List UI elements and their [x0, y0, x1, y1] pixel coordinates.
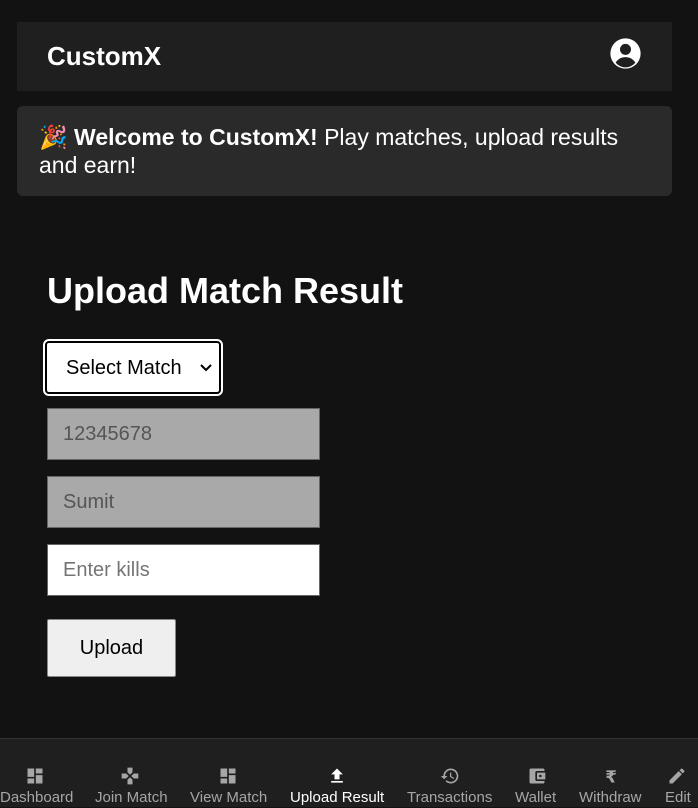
nav-label-withdraw: Withdraw — [579, 789, 642, 806]
nav-label-edit: Edit — [665, 789, 691, 806]
nav-item-wallet[interactable]: Wallet — [510, 739, 566, 808]
bottom-nav: Dashboard Join Match View Match Upload R… — [0, 738, 698, 807]
dashboard-icon — [27, 768, 43, 784]
nav-item-withdraw[interactable]: ₹ Withdraw — [574, 739, 650, 808]
dashboard-icon — [220, 768, 236, 784]
nav-item-upload-result[interactable]: Upload Result — [286, 739, 390, 808]
player-name-field[interactable] — [47, 476, 320, 528]
welcome-heading: Welcome to CustomX! — [74, 124, 318, 150]
party-popper-icon: 🎉 — [39, 124, 68, 150]
history-icon — [440, 768, 459, 784]
nav-item-dashboard[interactable]: Dashboard — [0, 739, 80, 808]
pencil-icon — [669, 768, 685, 784]
svg-text:₹: ₹ — [605, 768, 617, 786]
nav-item-transactions[interactable]: Transactions — [402, 739, 498, 808]
select-match-dropdown[interactable]: Select Match — [43, 339, 223, 396]
nav-label-view-match: View Match — [190, 789, 268, 806]
upload-button[interactable]: Upload — [47, 619, 176, 677]
chevron-down-icon — [200, 364, 212, 372]
wallet-icon — [529, 768, 546, 784]
page-title: Upload Match Result — [47, 270, 404, 311]
rupee-icon: ₹ — [605, 768, 617, 786]
welcome-banner: 🎉 Welcome to CustomX! Play matches, uplo… — [17, 106, 672, 196]
account-circle-icon[interactable] — [609, 37, 642, 70]
nav-item-join-match[interactable]: Join Match — [88, 739, 178, 808]
top-header: CustomX — [17, 22, 672, 91]
nav-label-join-match: Join Match — [95, 789, 168, 806]
kills-input[interactable] — [47, 544, 320, 596]
nav-label-wallet: Wallet — [515, 789, 557, 806]
nav-label-upload-result: Upload Result — [290, 789, 385, 806]
upload-icon — [331, 768, 343, 783]
nav-label-transactions: Transactions — [407, 789, 493, 806]
nav-label-dashboard: Dashboard — [0, 789, 74, 806]
nav-item-edit[interactable]: Edit — [660, 739, 698, 808]
nav-item-view-match[interactable]: View Match — [186, 739, 276, 808]
select-match-value: Select Match — [66, 357, 182, 379]
gamepad-icon — [121, 767, 139, 785]
uid-field[interactable] — [47, 408, 320, 460]
brand-logo-text[interactable]: CustomX — [47, 41, 161, 72]
